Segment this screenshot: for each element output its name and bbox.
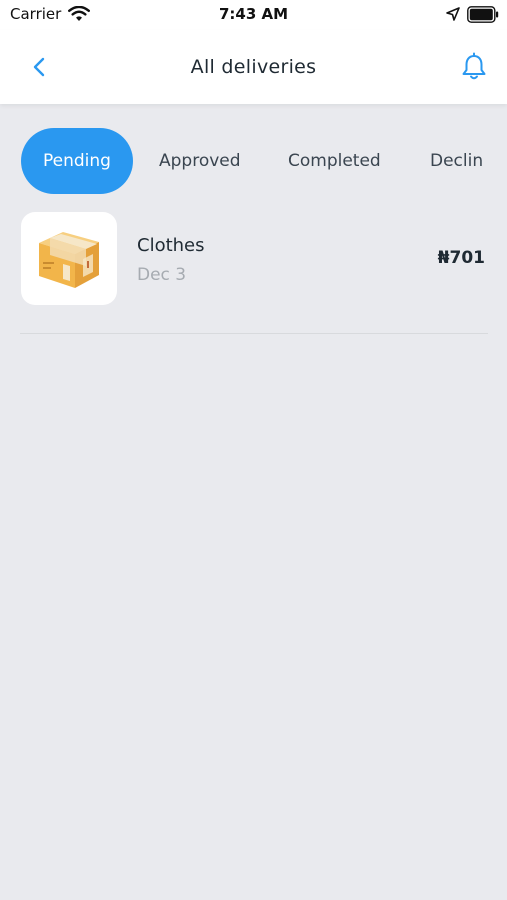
clock-time: 7:43 AM [218, 5, 289, 23]
tab-completed[interactable]: Completed [288, 128, 381, 194]
location-arrow-icon [446, 7, 460, 21]
tab-pending[interactable]: Pending [21, 128, 133, 194]
delivery-thumbnail [21, 212, 117, 305]
page-title: All deliveries [190, 56, 317, 78]
delivery-price: ₦701 [437, 248, 485, 268]
delivery-date: Dec 3 [137, 265, 187, 285]
package-box-icon [39, 232, 99, 288]
list-divider [20, 333, 488, 334]
tab-declined[interactable]: Declin [430, 128, 483, 194]
delivery-title: Clothes [137, 235, 205, 256]
bell-icon[interactable] [460, 52, 488, 82]
status-bar: Carrier 7:43 AM [0, 0, 507, 30]
delivery-list-item[interactable]: Clothes Dec 3 ₦701 [20, 212, 488, 306]
tab-approved[interactable]: Approved [159, 128, 241, 194]
status-tabs: Pending Approved Completed Declin [0, 128, 488, 194]
battery-icon [467, 6, 499, 23]
nav-bar: All deliveries [0, 30, 507, 104]
